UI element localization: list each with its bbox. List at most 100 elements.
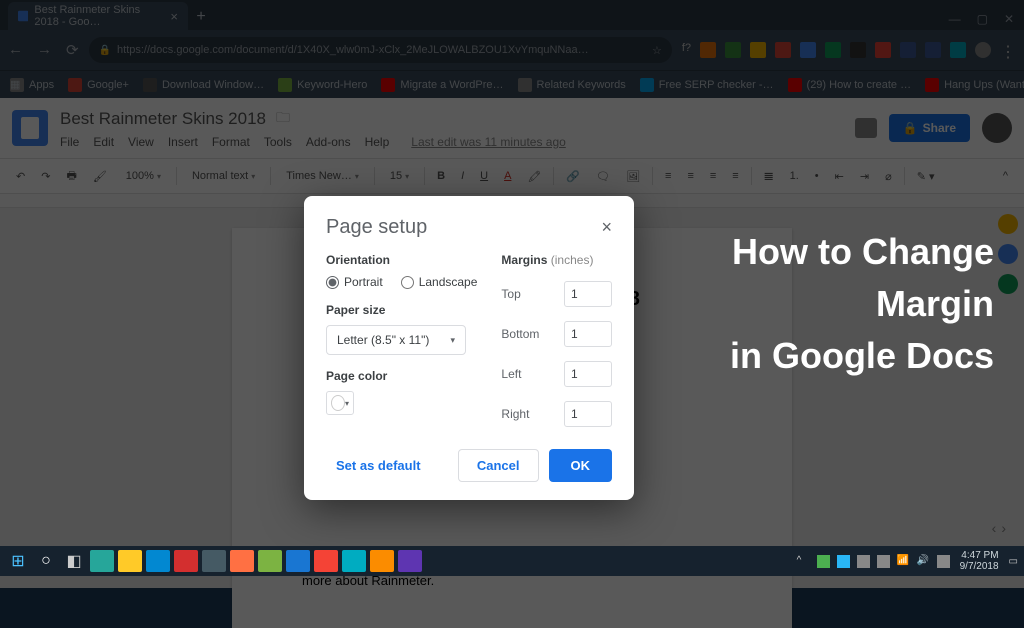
star-icon[interactable]: ☆ <box>652 44 662 57</box>
highlight-icon[interactable]: 🖍 <box>523 167 545 186</box>
taskbar-app[interactable] <box>286 550 310 572</box>
forward-icon[interactable]: → <box>37 41 52 59</box>
chevron-left-icon[interactable]: ‹ <box>992 520 997 536</box>
keep-icon[interactable] <box>998 214 1018 234</box>
orientation-portrait[interactable]: Portrait <box>326 275 383 289</box>
bookmark-item[interactable]: Migrate a WordPre… <box>381 78 503 92</box>
margin-left-input[interactable] <box>564 361 612 387</box>
taskbar-app[interactable] <box>230 550 254 572</box>
wifi-icon[interactable]: 📶 <box>897 555 910 568</box>
orientation-landscape[interactable]: Landscape <box>401 275 478 289</box>
font-size[interactable]: 15 <box>383 166 416 186</box>
taskbar-app[interactable] <box>398 550 422 572</box>
window-close-icon[interactable]: ✕ <box>1004 12 1014 26</box>
comments-icon[interactable] <box>855 118 877 138</box>
taskbar-app[interactable] <box>314 550 338 572</box>
folder-icon[interactable]: 🗀 <box>276 107 290 131</box>
comment-icon[interactable]: 🗨 <box>592 167 614 186</box>
reload-icon[interactable]: ⟳ <box>66 41 79 59</box>
landscape-radio[interactable] <box>401 276 414 289</box>
back-icon[interactable]: ← <box>8 41 23 59</box>
align-right-icon[interactable]: ≡ <box>706 167 720 185</box>
tray-icon[interactable] <box>817 555 830 568</box>
taskbar-app[interactable] <box>258 550 282 572</box>
last-edit-link[interactable]: Last edit was 11 minutes ago <box>411 135 566 149</box>
bookmark-item[interactable]: Download Window… <box>143 78 264 92</box>
bookmark-item[interactable]: ▦Apps <box>10 78 54 92</box>
menu-icon[interactable]: ⋮ <box>1000 42 1016 58</box>
docs-logo-icon[interactable] <box>12 110 48 146</box>
address-bar[interactable]: 🔒 https://docs.google.com/document/d/1X4… <box>89 37 672 63</box>
italic-icon[interactable]: I <box>457 167 468 185</box>
align-center-icon[interactable]: ≡ <box>683 167 697 185</box>
share-button[interactable]: 🔒 Share <box>889 114 970 142</box>
paper-size-select[interactable]: Letter (8.5" x 11") <box>326 325 466 355</box>
taskbar-app[interactable] <box>90 550 114 572</box>
tasks-icon[interactable] <box>998 244 1018 264</box>
tray-chevron-icon[interactable]: ^ <box>797 555 810 568</box>
window-minimize-icon[interactable]: — <box>949 12 961 26</box>
taskbar-app[interactable] <box>118 550 142 572</box>
bookmark-item[interactable]: (29) How to create … <box>788 78 912 92</box>
addon-icon[interactable] <box>998 274 1018 294</box>
line-spacing-icon[interactable]: 𝌆 <box>760 167 778 186</box>
image-icon[interactable]: 🖼 <box>622 167 644 186</box>
window-maximize-icon[interactable]: ▢ <box>977 12 988 26</box>
task-view-icon[interactable]: ◧ <box>62 550 86 572</box>
start-icon[interactable]: ⊞ <box>6 550 30 572</box>
volume-icon[interactable]: 🔊 <box>917 555 930 568</box>
page-color-picker[interactable]: ▾ <box>326 391 354 415</box>
paint-format-icon[interactable]: 🖌 <box>89 167 111 186</box>
indent-increase-icon[interactable]: ⇥ <box>856 167 873 186</box>
new-tab-button[interactable]: + <box>188 4 214 30</box>
tray-icon[interactable] <box>877 555 890 568</box>
clear-format-icon[interactable]: ⌀ <box>881 167 896 186</box>
bookmark-item[interactable]: Related Keywords <box>518 78 626 92</box>
browser-tab[interactable]: Best Rainmeter Skins 2018 - Goo… × <box>8 2 188 30</box>
close-icon[interactable]: × <box>601 217 612 238</box>
menu-view[interactable]: View <box>128 135 154 149</box>
text-color-icon[interactable]: A <box>500 167 515 185</box>
tray-icon[interactable] <box>837 555 850 568</box>
menu-help[interactable]: Help <box>365 135 390 149</box>
taskbar-app[interactable] <box>202 550 226 572</box>
tray-icon[interactable] <box>937 555 950 568</box>
bookmark-item[interactable]: Keyword-Hero <box>278 78 367 92</box>
align-justify-icon[interactable]: ≡ <box>728 167 742 185</box>
editing-mode-icon[interactable]: ✎ ▾ <box>913 167 939 186</box>
margin-top-input[interactable] <box>564 281 612 307</box>
undo-icon[interactable]: ↶ <box>12 167 29 186</box>
tray-icon[interactable] <box>857 555 870 568</box>
ok-button[interactable]: OK <box>549 449 613 482</box>
set-default-button[interactable]: Set as default <box>326 450 431 481</box>
margin-bottom-input[interactable] <box>564 321 612 347</box>
align-left-icon[interactable]: ≡ <box>661 167 675 185</box>
print-icon[interactable]: 🖶 <box>62 164 80 189</box>
notifications-icon[interactable]: ▭ <box>1009 556 1018 567</box>
bold-icon[interactable]: B <box>433 167 449 185</box>
taskbar-app[interactable] <box>146 550 170 572</box>
menu-file[interactable]: File <box>60 135 79 149</box>
cancel-button[interactable]: Cancel <box>458 449 539 482</box>
zoom-dropdown[interactable]: 100% <box>119 166 168 186</box>
menu-addons[interactable]: Add-ons <box>306 135 351 149</box>
portrait-radio[interactable] <box>326 276 339 289</box>
taskbar-app[interactable] <box>370 550 394 572</box>
clock[interactable]: 4:47 PM 9/7/2018 <box>960 550 999 572</box>
avatar[interactable] <box>982 113 1012 143</box>
taskbar-app[interactable] <box>174 550 198 572</box>
bookmark-item[interactable]: Google+ <box>68 78 129 92</box>
indent-decrease-icon[interactable]: ⇤ <box>831 167 848 186</box>
taskbar-app[interactable] <box>342 550 366 572</box>
document-title[interactable]: Best Rainmeter Skins 2018 <box>60 109 266 129</box>
numbered-list-icon[interactable]: 1. <box>786 167 803 185</box>
bulleted-list-icon[interactable]: • <box>811 167 823 185</box>
bookmark-item[interactable]: Hang Ups (Want Yo… <box>925 78 1024 92</box>
menu-edit[interactable]: Edit <box>93 135 114 149</box>
font-dropdown[interactable]: Times New… <box>279 166 366 186</box>
close-icon[interactable]: × <box>170 9 178 24</box>
menu-format[interactable]: Format <box>212 135 250 149</box>
menu-tools[interactable]: Tools <box>264 135 292 149</box>
search-icon[interactable]: ○ <box>34 550 58 572</box>
link-icon[interactable]: 🔗 <box>562 167 584 186</box>
